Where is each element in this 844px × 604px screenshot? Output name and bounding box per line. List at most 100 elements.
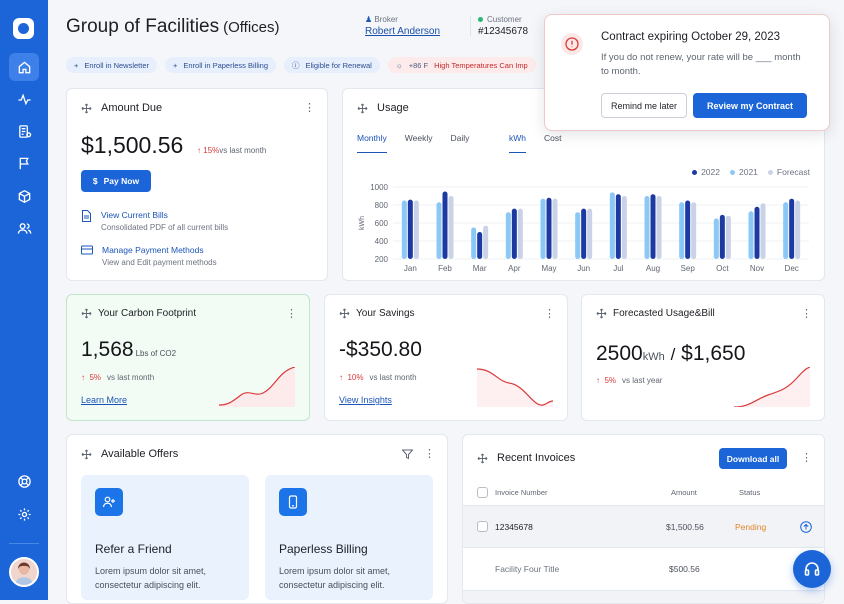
tab-weekly[interactable]: Weekly — [405, 133, 433, 153]
broker-name-link[interactable]: Robert Anderson — [365, 26, 440, 37]
select-all-checkbox[interactable] — [477, 487, 488, 498]
move-icon[interactable] — [81, 308, 92, 319]
contract-expiry-toast: Contract expiring October 29, 2023 If yo… — [544, 14, 830, 131]
support-chat-button[interactable] — [793, 550, 831, 588]
sidebar-item-support[interactable] — [9, 467, 39, 495]
pay-now-button[interactable]: $ Pay Now — [81, 170, 151, 192]
x-tick-label: Feb — [438, 264, 452, 273]
y-tick-label: 1000 — [370, 183, 388, 192]
x-tick-label: Sep — [681, 264, 696, 273]
user-icon: ♟ — [365, 15, 373, 24]
bar-2022 — [477, 232, 483, 259]
manage-payment-link[interactable]: Manage Payment Methods — [102, 245, 217, 255]
review-contract-button[interactable]: Review my Contract — [693, 93, 807, 118]
chip-weather[interactable]: ☼ +86 F High Temperatures Can Imp — [387, 57, 536, 73]
usage-bar-chart: 200 400 600 800 1000 kWh Jan Feb Mar Apr May Jun Jul… — [359, 183, 809, 273]
bar-2022 — [581, 208, 587, 259]
bar-forecast — [725, 215, 731, 259]
more-icon[interactable]: ⋮ — [801, 451, 812, 464]
tab-cost[interactable]: Cost — [544, 133, 561, 153]
card-title: Your Carbon Footprint — [81, 308, 196, 319]
tab-daily[interactable]: Daily — [450, 133, 469, 153]
offer-title: Refer a Friend — [95, 542, 172, 556]
chip-renewal[interactable]: ⓘ Eligible for Renewal — [284, 57, 380, 73]
toast-message: If you do not renew, your rate will be _… — [601, 52, 801, 77]
sidebar — [0, 0, 48, 600]
bar-forecast — [621, 196, 627, 259]
legend-item: 2021 — [730, 167, 758, 177]
sidebar-item-home[interactable] — [9, 53, 39, 81]
chart-legend: 2022 2021 Forecast — [692, 167, 810, 177]
row-checkbox[interactable] — [477, 521, 488, 532]
more-icon[interactable]: ⋮ — [286, 307, 297, 320]
move-icon[interactable] — [596, 308, 607, 319]
arrow-up-circle-icon[interactable] — [800, 521, 812, 533]
sidebar-item-billing[interactable] — [9, 117, 39, 145]
move-icon[interactable] — [339, 308, 350, 319]
card-title: Recent Invoices — [477, 452, 575, 464]
x-tick-label: Jan — [404, 264, 417, 273]
view-bills-row[interactable]: View Current Bills Consolidated PDF of al… — [81, 210, 228, 232]
table-row[interactable]: Facility Four Title $500.56 — [463, 548, 824, 591]
sidebar-item-users[interactable] — [9, 214, 39, 242]
sidebar-item-activity[interactable] — [9, 85, 39, 113]
move-icon[interactable] — [81, 449, 92, 460]
app-logo[interactable] — [13, 18, 34, 39]
table-row[interactable]: 12345678 $1,500.56 Pending — [463, 505, 824, 548]
tab-kwh[interactable]: kWh — [509, 133, 526, 153]
offer-refer-friend[interactable]: Refer a Friend Lorem ipsum dolor sit ame… — [81, 475, 249, 600]
move-icon[interactable] — [81, 103, 92, 114]
learn-more-link[interactable]: Learn More — [81, 395, 127, 405]
amount-delta: ↑ 15%vs last month — [197, 146, 267, 155]
more-icon[interactable]: ⋮ — [801, 307, 812, 320]
view-bills-link[interactable]: View Current Bills — [101, 210, 228, 220]
broker-label: Broker — [374, 15, 398, 24]
sidebar-item-products[interactable] — [9, 182, 39, 210]
bar-forecast — [413, 200, 419, 259]
more-icon[interactable]: ⋮ — [304, 101, 315, 114]
bar-2021 — [609, 192, 615, 259]
savings-value: -$350.80 — [339, 338, 422, 361]
x-tick-label: Dec — [785, 264, 799, 273]
avatar[interactable] — [9, 557, 39, 587]
manage-payment-row[interactable]: Manage Payment Methods View and Edit paym… — [81, 245, 217, 267]
page-title: Group of Facilities (Offices) — [66, 16, 280, 37]
invoice-amount: $500.56 — [669, 564, 700, 574]
carbon-card: Your Carbon Footprint ⋮ 1,568 Lbs of CO2 … — [66, 294, 310, 421]
move-icon[interactable] — [477, 453, 488, 464]
users-icon — [17, 222, 31, 234]
bar-2021 — [471, 227, 477, 259]
unit-tabs: kWh Cost — [509, 133, 579, 153]
forecast-delta: ↑ 5% vs last year — [596, 376, 663, 385]
info-icon: ⓘ — [292, 60, 300, 70]
toast-title: Contract expiring October 29, 2023 — [601, 31, 780, 43]
carbon-value: 1,568 Lbs of CO2 — [81, 338, 177, 361]
sidebar-item-settings[interactable] — [9, 500, 39, 528]
table-row[interactable] — [463, 591, 824, 603]
more-icon[interactable]: ⋮ — [544, 307, 555, 320]
plus-icon: + — [173, 60, 178, 70]
amount-due-card: Amount Due ⋮ $1,500.56 ↑ 15%vs last mont… — [66, 88, 328, 281]
filter-icon[interactable] — [402, 449, 413, 460]
customer-id: #12345678 — [478, 26, 529, 37]
bar-2022 — [442, 191, 448, 259]
offer-desc: Lorem ipsum dolor sit amet, consectetur … — [95, 566, 207, 590]
legend-item: 2022 — [692, 167, 720, 177]
offer-paperless-billing[interactable]: Paperless Billing Lorem ipsum dolor sit … — [265, 475, 433, 600]
move-icon[interactable] — [357, 103, 368, 114]
header-divider — [470, 16, 471, 36]
chip-newsletter[interactable]: + Enroll in Newsletter — [66, 57, 157, 73]
x-tick-label: Jul — [613, 264, 623, 273]
view-insights-link[interactable]: View Insights — [339, 395, 392, 405]
bar-2022 — [546, 197, 552, 259]
chip-paperless[interactable]: + Enroll in Paperless Billing — [165, 57, 277, 73]
alert-icon — [561, 33, 583, 55]
sidebar-item-flags[interactable] — [9, 149, 39, 177]
download-all-button[interactable]: Download all — [719, 448, 787, 469]
carbon-sparkline — [219, 367, 295, 407]
remind-later-button[interactable]: Remind me later — [601, 93, 687, 118]
more-icon[interactable]: ⋮ — [424, 447, 435, 460]
tab-monthly[interactable]: Monthly — [357, 133, 387, 153]
document-icon — [82, 210, 91, 222]
forecast-sparkline — [734, 367, 810, 407]
